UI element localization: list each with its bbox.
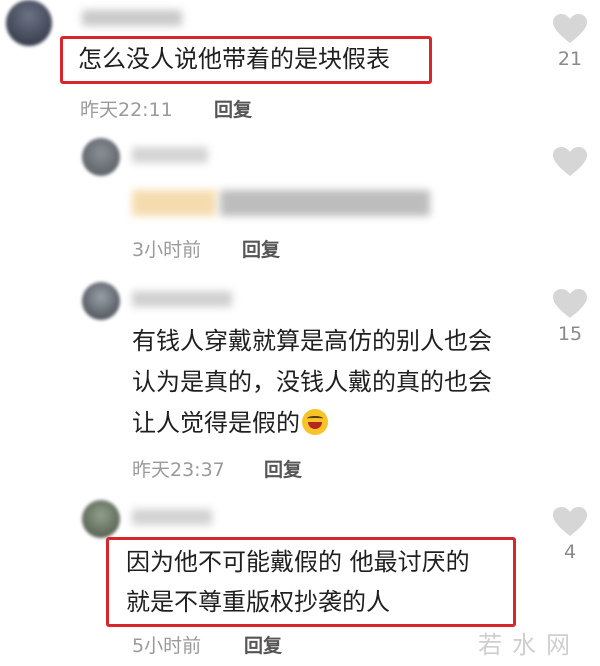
username-blurred[interactable] [82,10,182,26]
heart-icon [553,14,587,43]
blurred-text [220,190,430,216]
comment-time: 3小时前 [132,239,202,261]
username-blurred[interactable] [132,509,212,525]
avatar[interactable] [6,0,52,46]
comment-time: 5小时前 [132,635,202,657]
like-count: 15 [557,323,583,345]
heart-icon [553,147,587,176]
watermark: 若水网 [478,631,580,659]
avatar[interactable] [82,138,120,176]
reply-button[interactable]: 回复 [242,235,280,262]
comment-2: 3小时前 回复 [0,125,600,265]
comment-text: 怎么没人说他带着的是块假表 [78,45,390,73]
comment-4: 因为他不可能戴假的 他最讨厌的 就是不尊重版权抄袭的人 5小时前 回复 4 若水… [0,485,600,666]
reply-button[interactable]: 回复 [244,631,282,658]
heart-icon [553,289,587,318]
comment-text-line-1: 有钱人穿戴就算是高仿的别人也会 [132,327,492,355]
like-button[interactable] [550,507,590,537]
comment-text-line-2: 认为是真的，没钱人戴的真的也会 [132,368,492,396]
like-count: 4 [563,541,577,563]
like-button[interactable] [550,147,590,177]
blurred-text [132,190,216,216]
comment-time: 昨天22:11 [80,99,173,121]
avatar[interactable] [82,500,120,538]
reply-button[interactable]: 回复 [264,455,302,482]
avatar[interactable] [82,282,120,320]
comment-text-line-3-text: 让人觉得是假的 [132,409,300,437]
comment-text-line-1: 因为他不可能戴假的 他最讨厌的 [126,548,470,576]
rofl-emoji-icon [302,409,328,435]
heart-icon [553,507,587,536]
like-button[interactable] [550,14,590,44]
username-blurred[interactable] [132,291,232,307]
comment-3: 有钱人穿戴就算是高仿的别人也会 认为是真的，没钱人戴的真的也会 让人觉得是假的 … [0,265,600,485]
comment-text-line-3: 让人觉得是假的 [132,404,328,442]
comment-time: 昨天23:37 [132,459,225,481]
like-button[interactable] [550,289,590,319]
reply-button[interactable]: 回复 [214,95,252,122]
comment-text-line-2: 就是不尊重版权抄袭的人 [126,588,390,616]
like-count: 21 [557,48,583,70]
username-blurred[interactable] [132,147,208,163]
comment-1: 怎么没人说他带着的是块假表 昨天22:11 回复 21 [0,0,600,125]
